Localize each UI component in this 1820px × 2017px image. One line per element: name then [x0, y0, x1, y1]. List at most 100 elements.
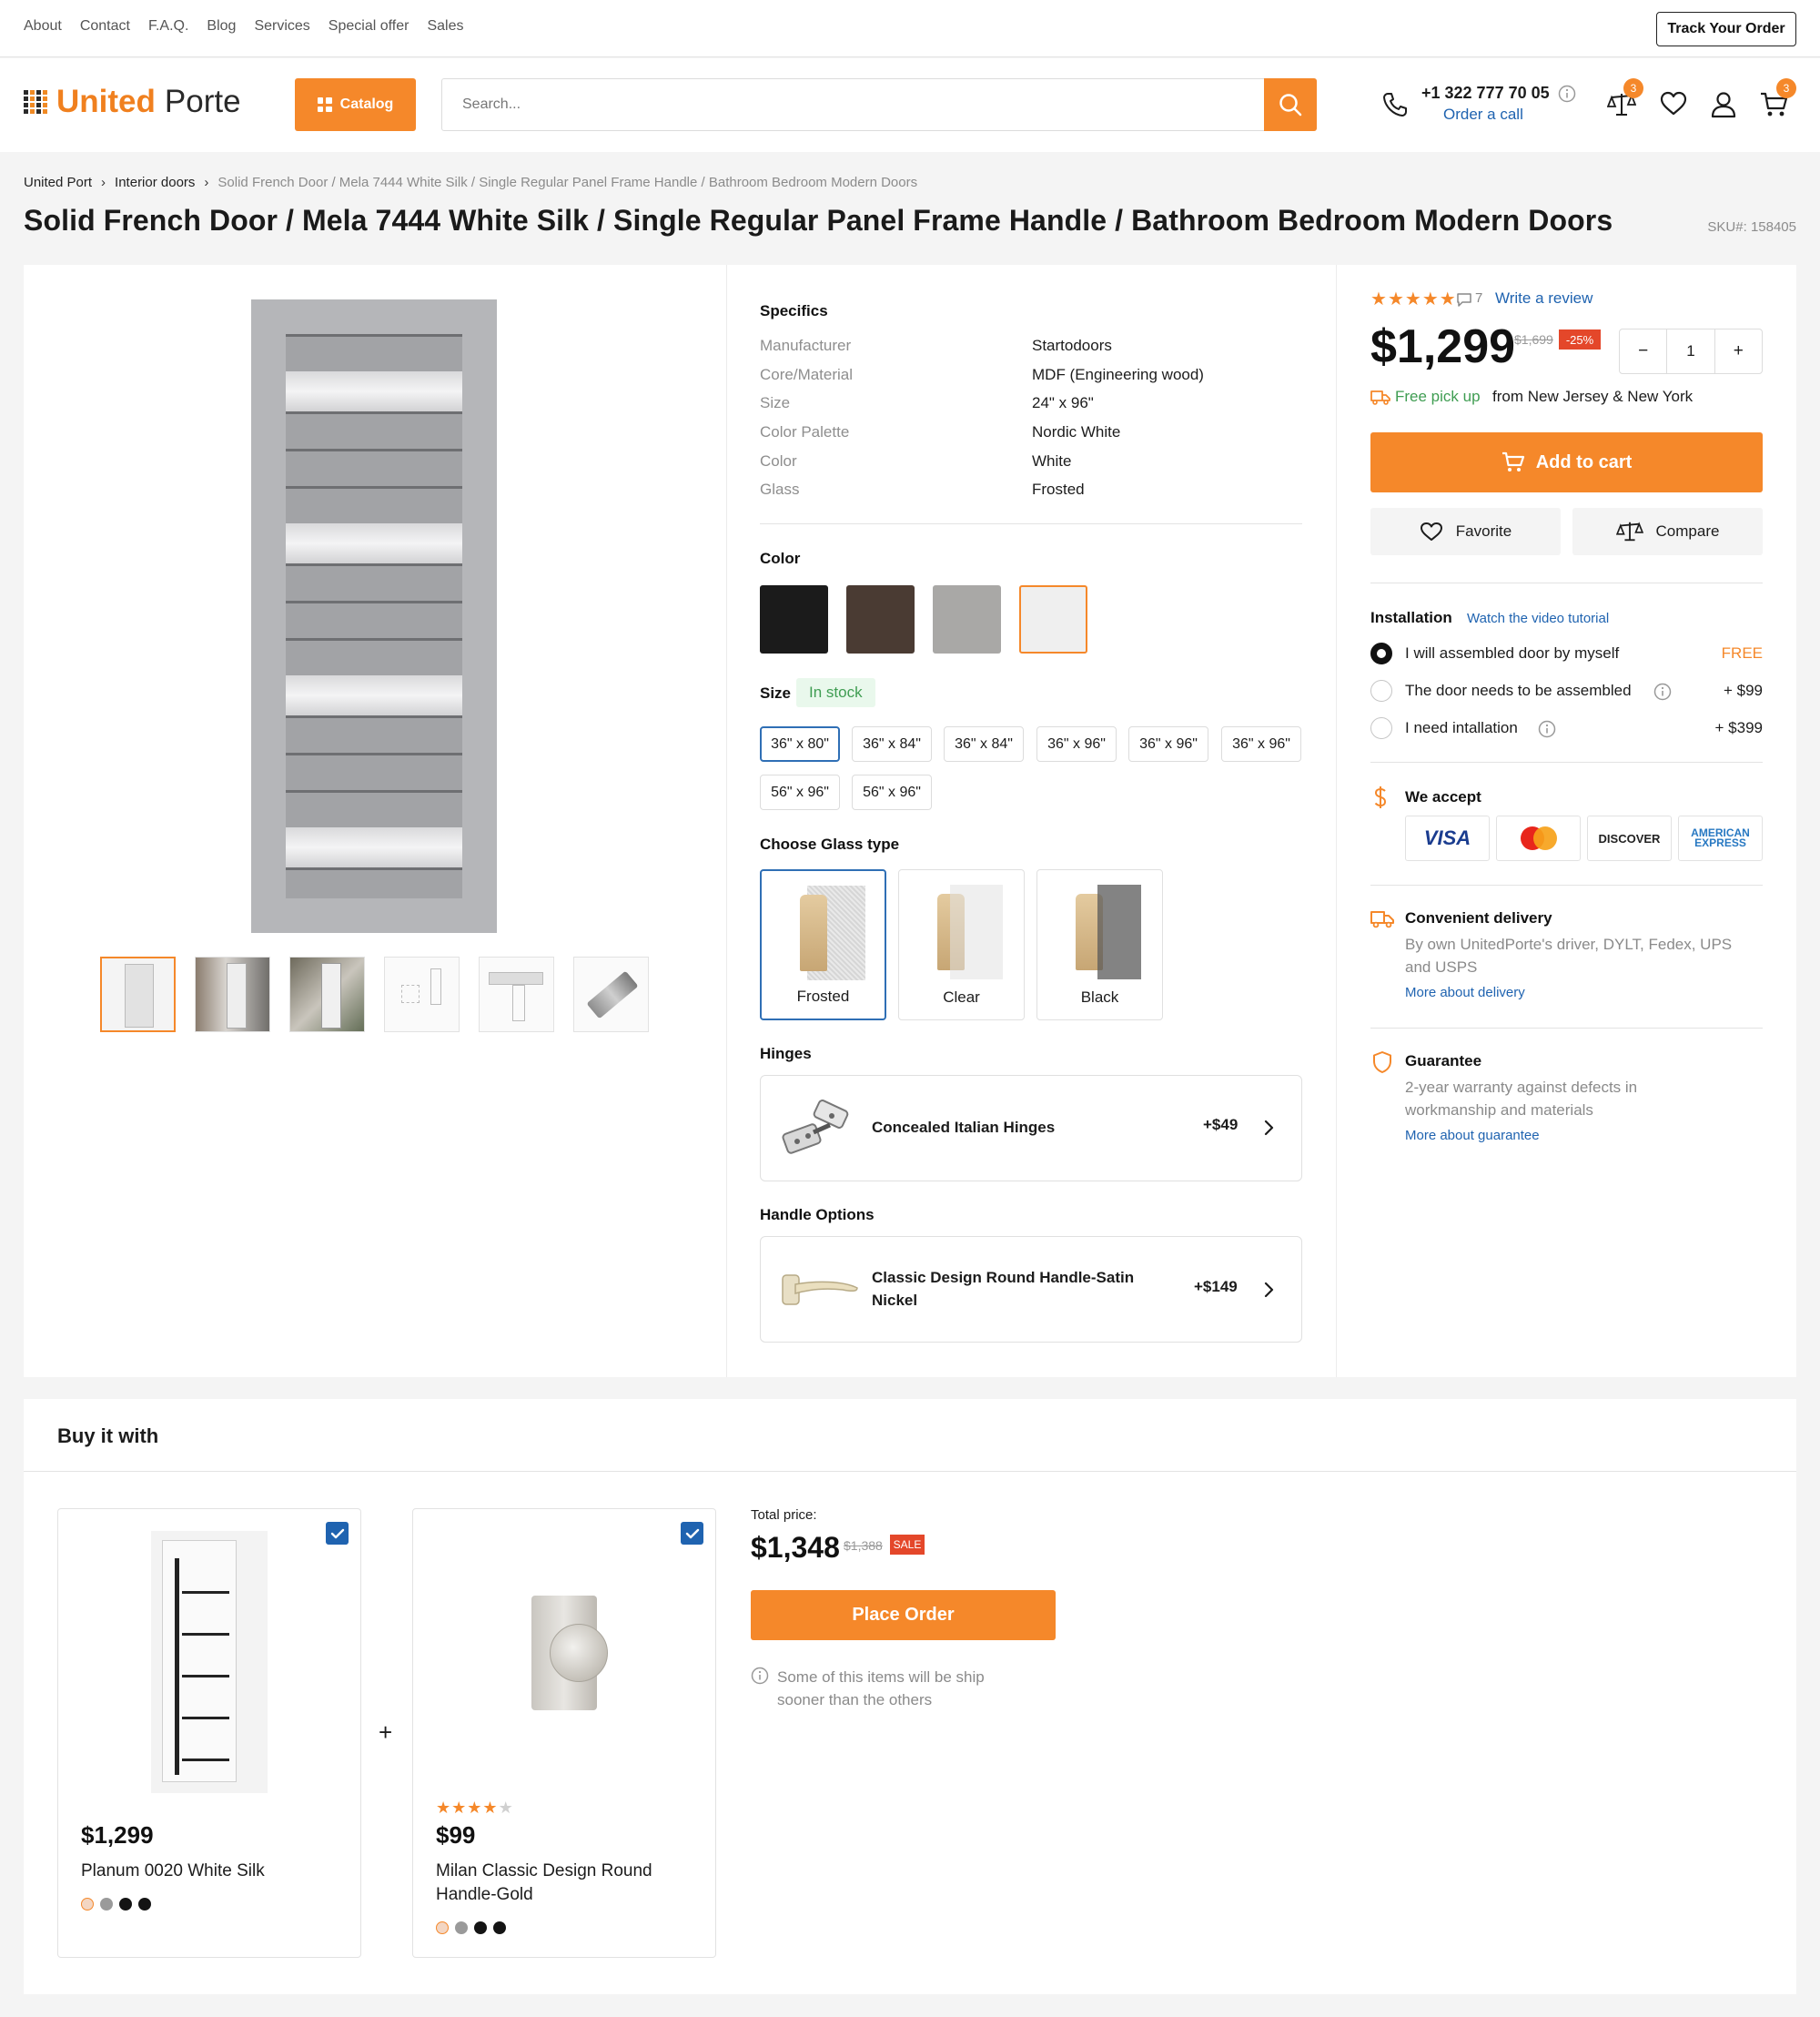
search-button[interactable] — [1264, 77, 1317, 131]
size-heading: Size — [760, 684, 792, 702]
size-option[interactable]: 36" x 80" — [760, 726, 840, 762]
breadcrumb: United Port › Interior doors › Solid Fre… — [24, 175, 917, 190]
color-dot[interactable] — [81, 1898, 94, 1911]
star-icon: ★ — [1404, 289, 1422, 309]
nav-blog[interactable]: Blog — [207, 18, 236, 35]
color-dot[interactable] — [436, 1921, 449, 1934]
bundle-product-card[interactable]: ★★★★★ $99 Milan Classic Design Round Han… — [412, 1508, 716, 1958]
info-icon[interactable] — [1538, 720, 1556, 738]
delivery-link[interactable]: More about delivery — [1405, 985, 1525, 1000]
phone-icon[interactable] — [1381, 91, 1409, 118]
color-dot[interactable] — [100, 1898, 113, 1911]
thumbnail[interactable] — [289, 957, 365, 1032]
header-cart[interactable]: 3 — [1760, 78, 1796, 123]
increase-button[interactable]: + — [1715, 329, 1762, 373]
installation-radio[interactable] — [1370, 680, 1392, 702]
user-icon[interactable] — [1710, 91, 1737, 118]
nav-sales[interactable]: Sales — [427, 18, 463, 35]
size-option[interactable]: 56" x 96" — [760, 775, 840, 810]
favorite-icon[interactable] — [1660, 91, 1687, 117]
color-swatch-grey[interactable] — [933, 585, 1001, 654]
place-order-button[interactable]: Place Order — [751, 1590, 1056, 1640]
size-option[interactable]: 36" x 96" — [1128, 726, 1208, 762]
bundle-product-name[interactable]: Milan Classic Design Round Handle-Gold — [436, 1860, 672, 1907]
thumbnail[interactable] — [573, 957, 649, 1032]
nav-special-offer[interactable]: Special offer — [329, 18, 410, 35]
truck-icon — [1370, 911, 1394, 928]
guarantee-text: 2-year warranty against defects in workm… — [1405, 1079, 1638, 1119]
bundle-product-card[interactable]: $1,299 Planum 0020 White Silk — [57, 1508, 361, 1958]
color-dot[interactable] — [493, 1921, 506, 1934]
shipping-note: Some of this items will be ship sooner t… — [777, 1666, 985, 1711]
logo[interactable]: United Porte — [24, 84, 241, 120]
installation-option-label[interactable]: I will assembled door by myself — [1405, 644, 1619, 663]
discount-badge: -25% — [1559, 329, 1601, 350]
track-order-button[interactable]: Track Your Order — [1656, 12, 1796, 46]
glass-option-black[interactable]: Black — [1036, 869, 1163, 1020]
phone-number[interactable]: +1 322 777 70 05 — [1421, 84, 1550, 103]
installation-option-label[interactable]: I need intallation — [1405, 719, 1518, 737]
shield-icon — [1373, 1051, 1391, 1073]
size-option[interactable]: 36" x 84" — [852, 726, 932, 762]
thumbnail[interactable] — [195, 957, 270, 1032]
info-icon[interactable] — [1653, 683, 1672, 701]
order-call-link[interactable]: Order a call — [1443, 106, 1523, 124]
color-dot[interactable] — [119, 1898, 132, 1911]
catalog-button[interactable]: Catalog — [295, 78, 416, 131]
rating-stars: ★★★★★ — [1370, 288, 1457, 310]
handle-name-line: Classic Design Round Handle-Satin — [872, 1269, 1135, 1286]
spec-key: Color — [760, 452, 797, 470]
color-dot[interactable] — [455, 1921, 468, 1934]
nav-about[interactable]: About — [24, 18, 62, 35]
color-swatch-walnut[interactable] — [846, 585, 915, 654]
favorite-button[interactable]: Favorite — [1370, 508, 1561, 555]
thumbnail[interactable] — [479, 957, 554, 1032]
color-swatch-black[interactable] — [760, 585, 828, 654]
installation-radio[interactable] — [1370, 643, 1392, 664]
compare-button[interactable]: Compare — [1572, 508, 1763, 555]
handle-name: Classic Design Round Handle-Satin Nickel — [872, 1266, 1134, 1312]
glass-option-label: Black — [1080, 988, 1119, 1006]
color-swatch-white[interactable] — [1019, 585, 1087, 654]
size-option[interactable]: 56" x 96" — [852, 775, 932, 810]
hinges-option[interactable]: Concealed Italian Hinges +$49 — [760, 1075, 1302, 1181]
thumbnail[interactable] — [384, 957, 460, 1032]
size-option[interactable]: 36" x 96" — [1036, 726, 1117, 762]
visa-logo: VISA — [1423, 826, 1471, 849]
breadcrumb-interior-doors[interactable]: Interior doors — [115, 175, 195, 190]
nav-contact[interactable]: Contact — [80, 18, 130, 35]
write-review-link[interactable]: Write a review — [1495, 289, 1592, 308]
handle-option[interactable]: Classic Design Round Handle-Satin Nickel… — [760, 1236, 1302, 1343]
bundle-checkbox[interactable] — [681, 1522, 703, 1545]
installation-radio[interactable] — [1370, 717, 1392, 739]
glass-option-frosted[interactable]: Frosted — [760, 869, 886, 1020]
nav-services[interactable]: Services — [254, 18, 309, 35]
we-accept-heading: We accept — [1405, 788, 1481, 806]
handle-name-line: Nickel — [872, 1292, 918, 1309]
size-option[interactable]: 36" x 84" — [944, 726, 1024, 762]
video-tutorial-link[interactable]: Watch the video tutorial — [1467, 611, 1609, 626]
bundle-product-stars: ★★★★★ — [436, 1799, 514, 1818]
glass-sample-clear — [950, 885, 1003, 979]
bundle-product-name[interactable]: Planum 0020 White Silk — [81, 1860, 318, 1883]
installation-option-label[interactable]: The door needs to be assembled — [1405, 682, 1632, 700]
thumbnail[interactable] — [100, 957, 176, 1032]
add-to-cart-button[interactable]: Add to cart — [1370, 432, 1763, 492]
info-icon[interactable] — [1558, 85, 1576, 103]
search-input[interactable] — [442, 79, 1265, 129]
header-compare[interactable]: 3 — [1606, 78, 1643, 123]
breadcrumb-home[interactable]: United Port — [24, 175, 92, 190]
search-bar — [441, 77, 1317, 131]
size-option[interactable]: 36" x 96" — [1221, 726, 1301, 762]
hinges-name: Concealed Italian Hinges — [872, 1119, 1056, 1136]
quantity-value[interactable]: 1 — [1666, 329, 1715, 373]
glass-type-heading: Choose Glass type — [760, 836, 900, 853]
product-main-image[interactable] — [251, 299, 497, 933]
nav-faq[interactable]: F.A.Q. — [148, 18, 188, 35]
bundle-checkbox[interactable] — [326, 1522, 349, 1545]
color-dot[interactable] — [138, 1898, 151, 1911]
glass-option-clear[interactable]: Clear — [898, 869, 1025, 1020]
decrease-button[interactable]: − — [1620, 329, 1666, 373]
color-dot[interactable] — [474, 1921, 487, 1934]
guarantee-link[interactable]: More about guarantee — [1405, 1128, 1540, 1143]
